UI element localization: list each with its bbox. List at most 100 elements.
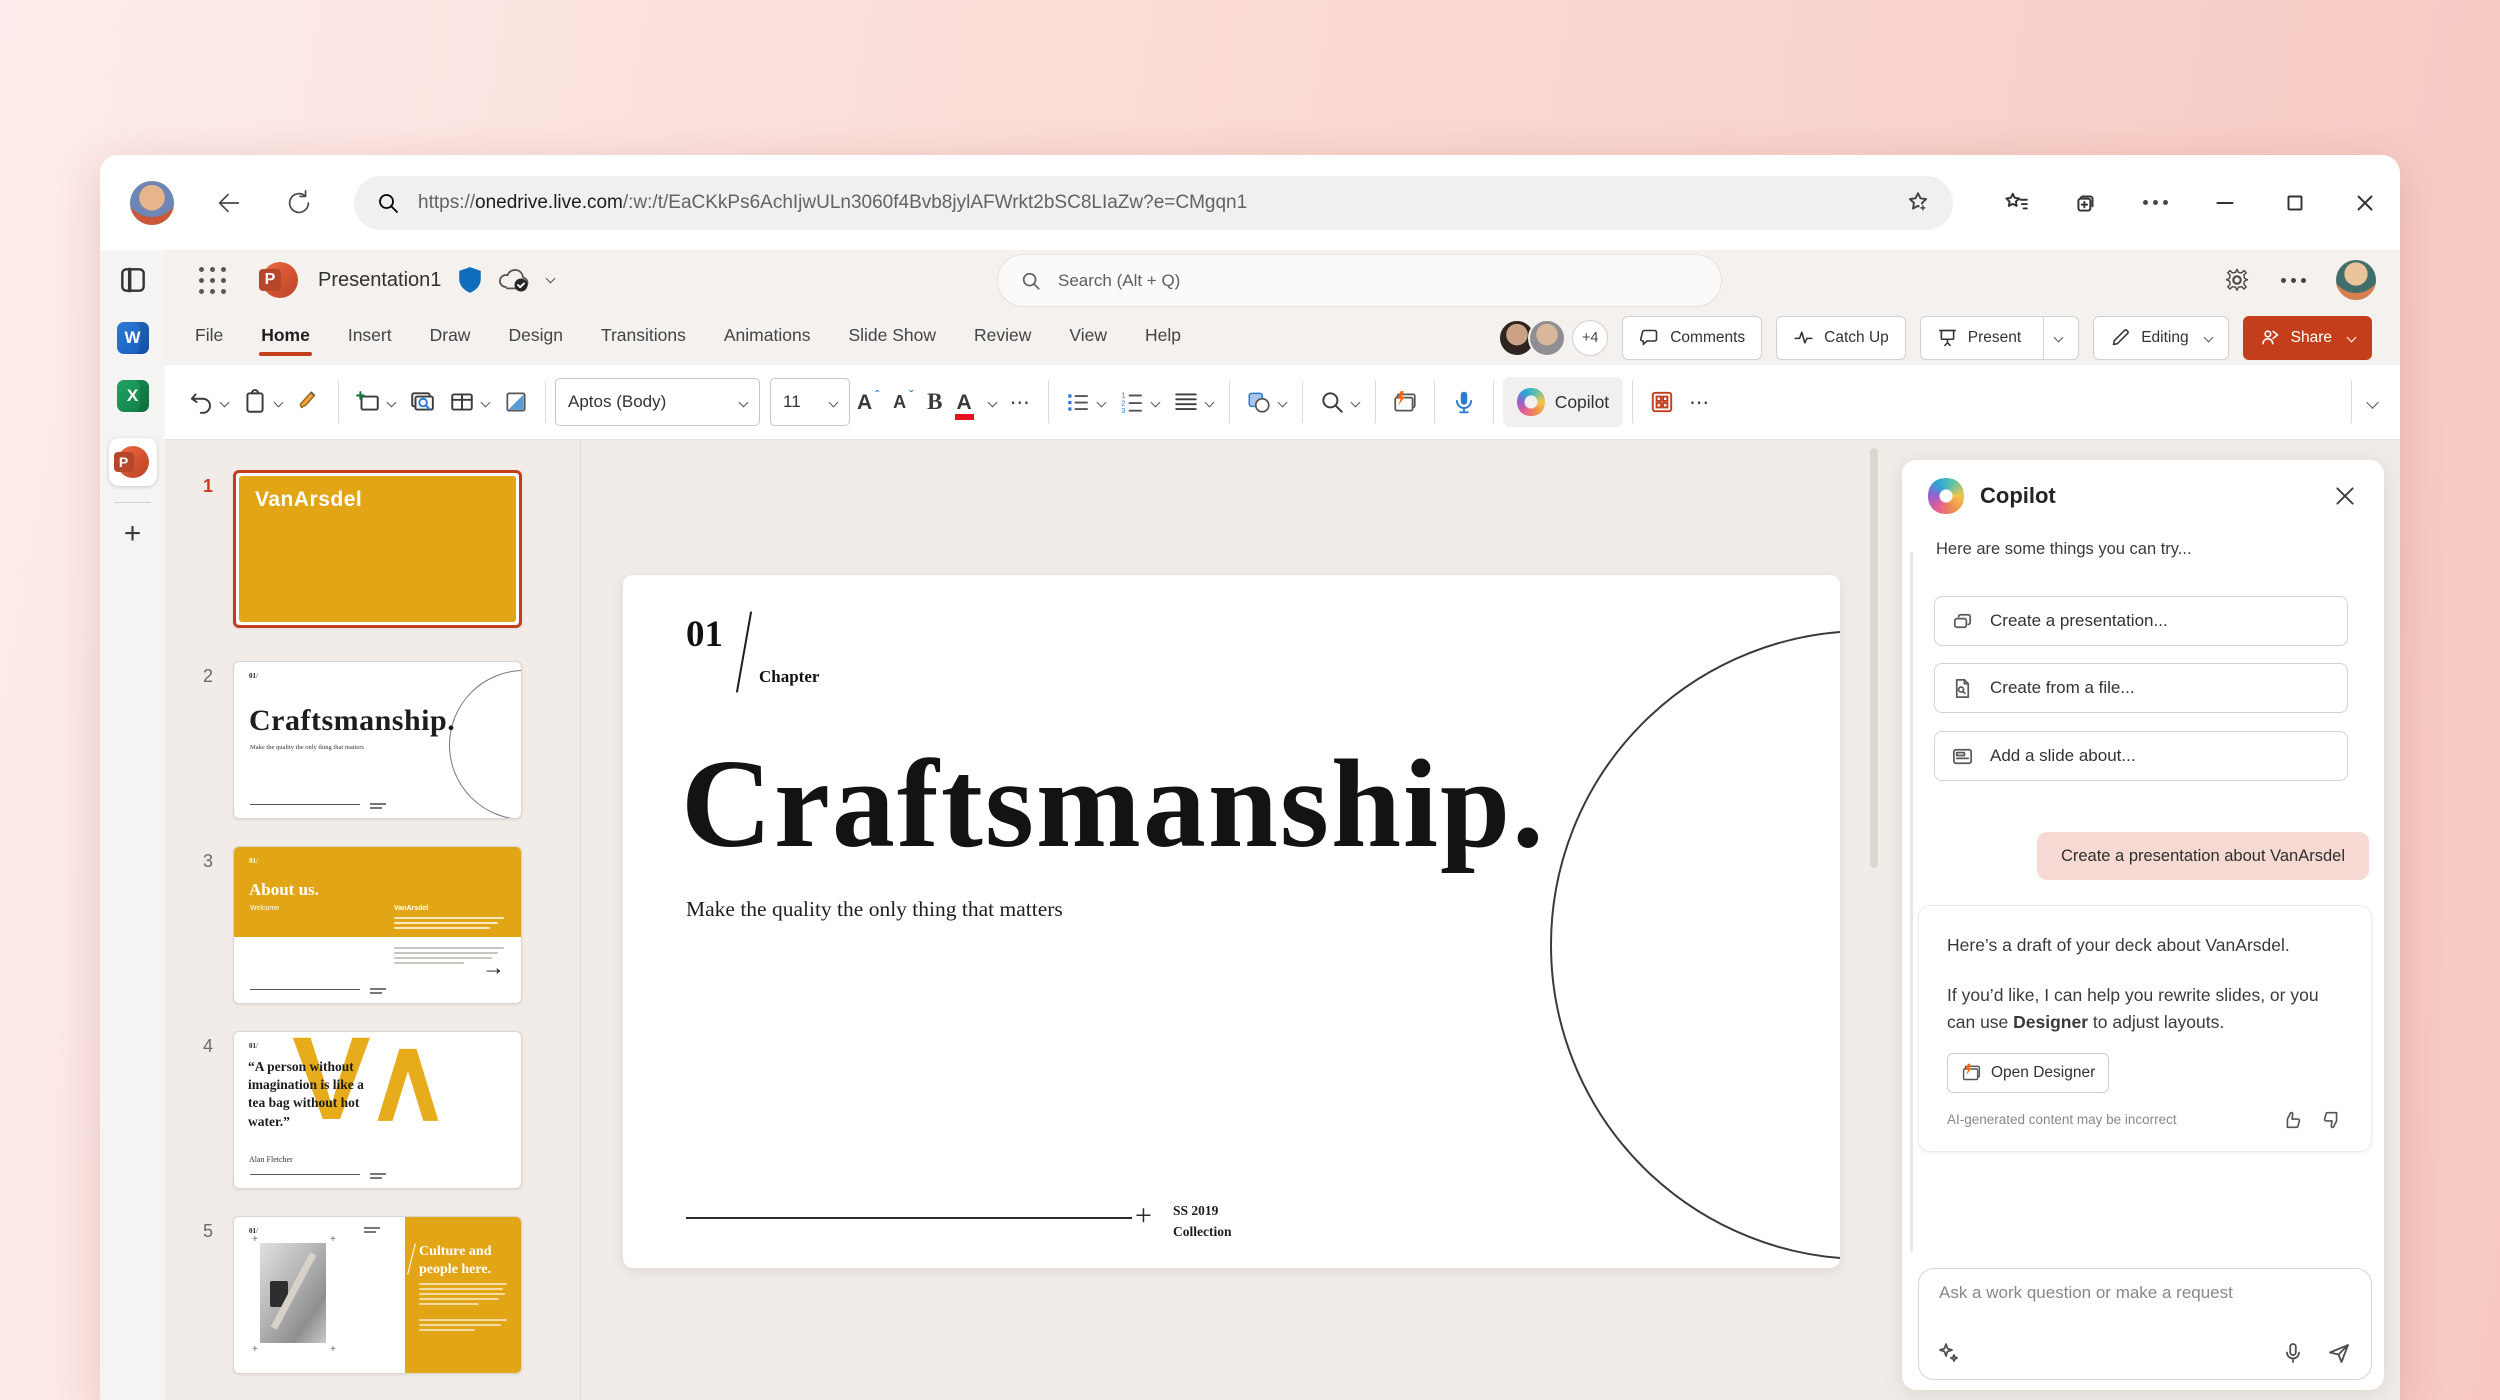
slide-thumbnail-5[interactable]: 01/ + + + + Culture and people here.	[233, 1216, 522, 1374]
tab-home[interactable]: Home	[259, 319, 312, 356]
tab-transitions[interactable]: Transitions	[599, 319, 688, 356]
tab-insert[interactable]: Insert	[346, 319, 394, 356]
browser-profile-avatar[interactable]	[130, 180, 174, 225]
themes-button[interactable]	[496, 379, 536, 425]
title-menu-chevron-icon[interactable]	[545, 273, 556, 283]
user-prompt-chip[interactable]: Create a presentation about VanArsdel	[2036, 832, 2369, 880]
collections-icon[interactable]	[2073, 190, 2099, 216]
more-commands-button[interactable]: ⋯	[1682, 379, 1718, 425]
sidebar-panel-icon[interactable]	[117, 264, 149, 296]
open-designer-button[interactable]: Open Designer	[1947, 1052, 2110, 1093]
sparkle-icon[interactable]	[1937, 1341, 1961, 1365]
close-icon[interactable]	[2352, 190, 2378, 216]
suggestion-create-presentation[interactable]: Create a presentation...	[1934, 596, 2348, 646]
presence-overflow-badge[interactable]: +4	[1572, 319, 1609, 356]
thumbs-down-icon[interactable]	[2321, 1109, 2343, 1131]
pencil-icon	[2112, 329, 2130, 346]
align-button[interactable]	[1166, 379, 1220, 425]
numbering-button[interactable]: 123	[1112, 379, 1166, 425]
tab-design[interactable]: Design	[506, 319, 564, 356]
designer-button[interactable]	[1385, 379, 1425, 425]
suggestion-add-slide[interactable]: Add a slide about...	[1934, 731, 2348, 781]
tab-slide-show[interactable]: Slide Show	[846, 319, 938, 356]
collapse-ribbon-button[interactable]	[2361, 379, 2384, 425]
add-favorite-icon[interactable]	[1905, 190, 1931, 216]
sensitivity-shield-icon[interactable]	[457, 266, 483, 294]
present-button[interactable]: Present	[1919, 315, 2080, 360]
bullets-button[interactable]	[1058, 379, 1112, 425]
app-more-options-icon[interactable]	[2281, 277, 2306, 283]
shrink-font-button[interactable]: Aˇ	[886, 379, 920, 425]
share-button[interactable]: Share	[2242, 315, 2372, 360]
reuse-slides-button[interactable]	[402, 379, 442, 425]
add-app-icon[interactable]: +	[124, 519, 142, 549]
present-options-chevron-icon[interactable]	[2043, 316, 2064, 359]
copilot-input[interactable]	[1939, 1283, 2351, 1303]
saved-to-cloud-icon[interactable]	[497, 267, 531, 293]
catch-up-button[interactable]: Catch Up	[1776, 315, 1906, 360]
slide-footer[interactable]: SS 2019 Collection	[1173, 1201, 1232, 1243]
favorites-icon[interactable]	[2003, 190, 2029, 216]
vertical-scrollbar[interactable]	[1870, 448, 1878, 868]
refresh-icon[interactable]	[284, 188, 314, 218]
comments-button[interactable]: Comments	[1622, 315, 1763, 360]
powerpoint-app-icon[interactable]: P	[108, 438, 157, 486]
presence-avatars[interactable]: +4	[1498, 318, 1609, 357]
bold-button[interactable]: B	[920, 379, 949, 425]
word-app-icon[interactable]: W	[116, 322, 149, 354]
suggestion-create-from-file[interactable]: Create from a file...	[1934, 663, 2348, 713]
microphone-icon[interactable]	[2281, 1341, 2305, 1365]
excel-app-icon[interactable]: X	[116, 380, 149, 412]
find-button[interactable]	[1312, 379, 1366, 425]
slide-title[interactable]: Craftsmanship.	[681, 733, 1546, 877]
slide-thumbnail-1[interactable]: VanArsdel	[233, 470, 522, 628]
thumbs-up-icon[interactable]	[2281, 1109, 2303, 1131]
dictate-button[interactable]	[1444, 379, 1484, 425]
address-bar[interactable]: https://onedrive.live.com/:w:/t/EaCKkPs6…	[354, 175, 1953, 230]
settings-gear-icon[interactable]	[2223, 266, 2251, 294]
slide-subtitle[interactable]: Make the quality the only thing that mat…	[686, 897, 1063, 922]
editing-mode-button[interactable]: Editing	[2093, 315, 2229, 360]
more-font-options-button[interactable]: ⋯	[1003, 379, 1039, 425]
minimize-icon[interactable]	[2212, 190, 2238, 216]
copilot-scrollbar[interactable]	[1910, 552, 1913, 1252]
grow-font-button[interactable]: Aˆ	[850, 379, 886, 425]
font-name-select[interactable]: Aptos (Body)	[555, 378, 760, 426]
tab-review[interactable]: Review	[972, 319, 1033, 356]
tab-file[interactable]: File	[193, 319, 225, 356]
slide-thumbnail-3[interactable]: 01/ About us. Welcome VanArsdel →	[233, 846, 522, 1004]
document-title[interactable]: Presentation1	[318, 269, 441, 292]
tab-help[interactable]: Help	[1143, 319, 1183, 356]
tab-animations[interactable]: Animations	[722, 319, 813, 356]
copilot-input-box[interactable]	[1918, 1268, 2372, 1380]
slide-thumbnail-2[interactable]: 01/ Craftsmanship. Make the quality the …	[233, 661, 522, 819]
app-search-input[interactable]: Search (Alt + Q)	[997, 254, 1722, 307]
close-icon[interactable]	[2332, 483, 2358, 509]
copilot-toggle-button[interactable]: Copilot	[1502, 377, 1624, 427]
chapter-number[interactable]: 01	[686, 613, 723, 656]
tab-draw[interactable]: Draw	[428, 319, 473, 356]
url-text: https://onedrive.live.com/:w:/t/EaCKkPs6…	[418, 191, 1248, 213]
maximize-icon[interactable]	[2282, 190, 2308, 216]
app-launcher-icon[interactable]	[199, 266, 226, 294]
collaborator-avatar[interactable]	[1528, 318, 1567, 357]
slide-sorter-view-button[interactable]	[1642, 379, 1682, 425]
paste-button[interactable]	[235, 379, 289, 425]
back-icon[interactable]	[214, 188, 244, 218]
new-slide-button[interactable]	[348, 379, 402, 425]
chapter-label[interactable]: Chapter	[759, 667, 819, 687]
powerpoint-logo[interactable]: P	[259, 262, 298, 298]
browser-menu-icon[interactable]	[2143, 200, 2168, 205]
send-icon[interactable]	[2327, 1341, 2351, 1365]
slide-layout-icon	[1953, 748, 1972, 764]
format-painter-button[interactable]	[289, 379, 329, 425]
tab-view[interactable]: View	[1067, 319, 1109, 356]
slide-thumbnail-4[interactable]: V∧ 01/ “A person without imagination is …	[233, 1031, 522, 1189]
layout-button[interactable]	[442, 379, 496, 425]
undo-button[interactable]	[181, 379, 235, 425]
account-avatar[interactable]	[2336, 260, 2376, 300]
font-size-select[interactable]: 11	[770, 378, 850, 426]
slide-canvas[interactable]: 01 Chapter Craftsmanship. Make the quali…	[623, 575, 1840, 1268]
font-color-button[interactable]: A	[950, 379, 1003, 425]
shapes-button[interactable]	[1239, 379, 1293, 425]
